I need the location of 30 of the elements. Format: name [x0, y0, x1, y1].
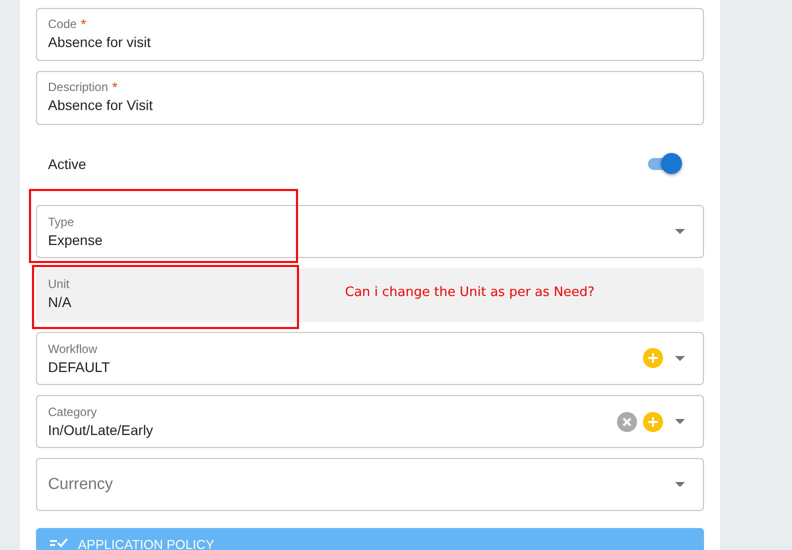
dropdown-caret-icon[interactable] [675, 356, 685, 361]
field-value: Absence for visit [48, 34, 151, 50]
text-field[interactable]: Description * Absence for Visit [36, 71, 704, 124]
field-value: Absence for Visit [48, 97, 153, 114]
text-field[interactable]: Code * Absence for visit [36, 8, 704, 62]
field-value: Expense [48, 232, 102, 248]
select-field[interactable]: Type Expense [36, 205, 704, 258]
dropdown-caret-icon[interactable] [675, 419, 685, 424]
select-field[interactable]: Workflow DEFAULT [36, 332, 704, 385]
annotation-text: Can i change the Unit as per as Need? [345, 285, 595, 300]
toggle-switch[interactable] [646, 152, 682, 175]
field-label: Unit [48, 277, 70, 292]
field-label: Code [48, 17, 77, 31]
select-field[interactable]: Currency [36, 458, 704, 512]
select-field[interactable]: Category In/Out/Late/Early [36, 394, 704, 448]
field-label: Workflow [48, 342, 98, 356]
required-mark: * [80, 17, 86, 31]
field-label: Description [48, 80, 108, 94]
field-label: Type [48, 215, 74, 230]
required-mark: * [112, 80, 118, 94]
field-value: N/A [48, 294, 72, 310]
clear-icon[interactable] [617, 412, 637, 432]
dropdown-caret-icon[interactable] [675, 482, 685, 488]
field-label: Category [48, 405, 97, 420]
dropdown-caret-icon[interactable] [675, 229, 685, 234]
checklist-icon [50, 537, 68, 550]
field-value: DEFAULT [48, 358, 110, 375]
field-placeholder: Currency [48, 476, 113, 494]
toggle-label: Active [48, 156, 86, 172]
field-value: In/Out/Late/Early [48, 422, 154, 438]
